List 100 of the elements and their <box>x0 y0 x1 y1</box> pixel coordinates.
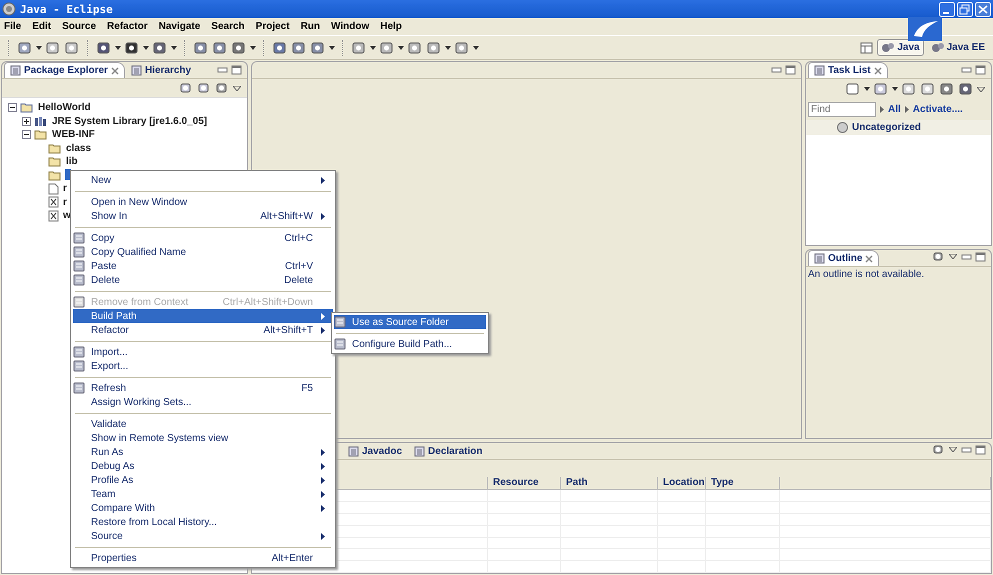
menu-item[interactable]: Debug As <box>73 459 333 473</box>
menu-item[interactable]: Paste Ctrl+V <box>73 259 333 273</box>
tree-item[interactable]: WEB-INF <box>51 129 96 140</box>
caret-icon[interactable] <box>250 46 256 50</box>
tree-item[interactable]: r <box>62 183 68 194</box>
caret-icon[interactable] <box>36 46 42 50</box>
filter-link[interactable]: All <box>888 104 901 115</box>
menu-bar-item[interactable]: Edit <box>31 21 52 32</box>
minimize-icon[interactable] <box>939 2 955 16</box>
tool-icon[interactable] <box>426 40 442 56</box>
view-tab[interactable]: Javadoc <box>342 443 408 459</box>
menu-item[interactable]: Configure Build Path... <box>334 337 486 351</box>
tool-icon[interactable] <box>215 81 229 95</box>
menu-item[interactable]: Show In Alt+Shift+W <box>73 209 333 223</box>
menu-item[interactable]: Refresh F5 <box>73 381 333 395</box>
menu-bar-item[interactable]: Help <box>379 21 403 32</box>
close-icon[interactable] <box>865 254 874 262</box>
tree-item[interactable]: HelloWorld <box>37 102 92 114</box>
tool-icon[interactable] <box>231 40 247 56</box>
column-header[interactable]: Resource <box>488 477 561 490</box>
tool-icon[interactable] <box>272 40 288 56</box>
menu-item[interactable]: Refactor Alt+Shift+T <box>73 323 333 337</box>
expander-icon[interactable] <box>22 116 31 126</box>
menu-item[interactable]: Source <box>73 529 333 543</box>
menu-item[interactable]: Show in Remote Systems view <box>73 431 333 445</box>
menu-item[interactable]: Team <box>73 487 333 501</box>
menu-bar-item[interactable]: File <box>3 21 22 32</box>
menu-bar-item[interactable]: Navigate <box>158 21 202 32</box>
caret-icon[interactable] <box>171 46 177 50</box>
tool-icon[interactable] <box>351 40 367 56</box>
view-menu-icon[interactable] <box>949 447 957 452</box>
tool-icon[interactable] <box>873 81 889 97</box>
restore-icon[interactable] <box>957 2 973 16</box>
expander-icon[interactable] <box>22 130 31 140</box>
menu-bar-item[interactable]: Source <box>61 21 98 32</box>
tool-icon[interactable] <box>197 81 211 95</box>
view-tab[interactable]: Package Explorer <box>4 62 125 78</box>
menu-item[interactable]: Copy Ctrl+C <box>73 231 333 245</box>
menu-item[interactable]: Delete Delete <box>73 273 333 287</box>
close-icon[interactable] <box>110 66 119 74</box>
menu-item[interactable]: Import... <box>73 345 333 359</box>
tool-icon[interactable] <box>920 81 936 97</box>
tree-item[interactable]: r <box>62 196 68 208</box>
view-menu-icon[interactable] <box>949 254 957 259</box>
caret-icon[interactable] <box>329 46 335 50</box>
open-perspective-icon[interactable] <box>860 40 874 54</box>
menu-item[interactable]: Validate <box>73 417 333 431</box>
menu-item[interactable]: Assign Working Sets... <box>73 395 333 409</box>
menu-item[interactable]: Build Path <box>73 309 333 323</box>
tool-icon[interactable] <box>379 40 395 56</box>
tool-icon[interactable] <box>845 81 861 97</box>
tool-icon[interactable] <box>152 40 168 56</box>
menu-item[interactable]: Profile As <box>73 473 333 487</box>
tool-icon[interactable] <box>901 81 917 97</box>
view-tab[interactable]: Outline <box>808 250 880 266</box>
menu-bar-item[interactable]: Window <box>330 21 370 32</box>
tree-item[interactable]: class <box>65 142 92 154</box>
caret-icon[interactable] <box>143 46 149 50</box>
caret-icon[interactable] <box>473 46 479 50</box>
column-header[interactable]: Location <box>658 477 706 490</box>
view-tab[interactable]: Hierarchy <box>124 62 198 78</box>
menu-bar-item[interactable]: Search <box>210 21 246 32</box>
menu-item[interactable]: Restore from Local History... <box>73 515 333 529</box>
tool-icon[interactable] <box>958 81 974 97</box>
menu-item[interactable]: Open in New Window <box>73 195 333 209</box>
caret-icon[interactable] <box>398 46 404 50</box>
tree-item[interactable]: JRE System Library [jre1.6.0_05] <box>51 116 208 127</box>
column-header[interactable]: Path <box>561 477 658 490</box>
menu-item[interactable]: Copy Qualified Name <box>73 245 333 259</box>
tool-icon[interactable] <box>124 40 140 56</box>
tool-icon[interactable] <box>17 40 33 56</box>
view-tab[interactable]: Task List <box>808 62 888 78</box>
tool-icon[interactable] <box>310 40 326 56</box>
tree-item[interactable]: w <box>62 210 72 222</box>
tool-icon[interactable] <box>932 443 945 456</box>
menu-bar-item[interactable]: Run <box>300 21 322 32</box>
menu-item[interactable]: Compare With <box>73 501 333 515</box>
menu-item[interactable]: New <box>73 173 333 187</box>
tool-icon[interactable] <box>96 40 112 56</box>
menu-item[interactable]: Export... <box>73 359 333 373</box>
perspective-button[interactable]: Java <box>877 39 924 56</box>
tool-icon[interactable] <box>179 81 193 95</box>
tool-icon[interactable] <box>64 40 80 56</box>
menu-bar-item[interactable]: Refactor <box>106 21 149 32</box>
tool-icon[interactable] <box>212 40 228 56</box>
tool-icon[interactable] <box>939 81 955 97</box>
tool-icon[interactable] <box>45 40 61 56</box>
view-menu-icon[interactable] <box>977 86 985 92</box>
menu-item[interactable]: Run As <box>73 445 333 459</box>
menu-item[interactable]: Use as Source Folder <box>334 315 486 329</box>
caret-icon[interactable] <box>370 46 376 50</box>
column-header[interactable]: Type <box>706 477 780 490</box>
view-menu-icon[interactable] <box>233 86 241 90</box>
caret-icon[interactable] <box>864 87 870 91</box>
tool-icon[interactable] <box>193 40 209 56</box>
expander-icon[interactable] <box>8 103 17 112</box>
tree-item[interactable]: lib <box>65 156 79 168</box>
menu-bar-item[interactable]: Project <box>254 21 291 32</box>
perspective-button[interactable]: Java EE <box>926 39 989 56</box>
menu-item[interactable]: Properties Alt+Enter <box>73 551 333 565</box>
